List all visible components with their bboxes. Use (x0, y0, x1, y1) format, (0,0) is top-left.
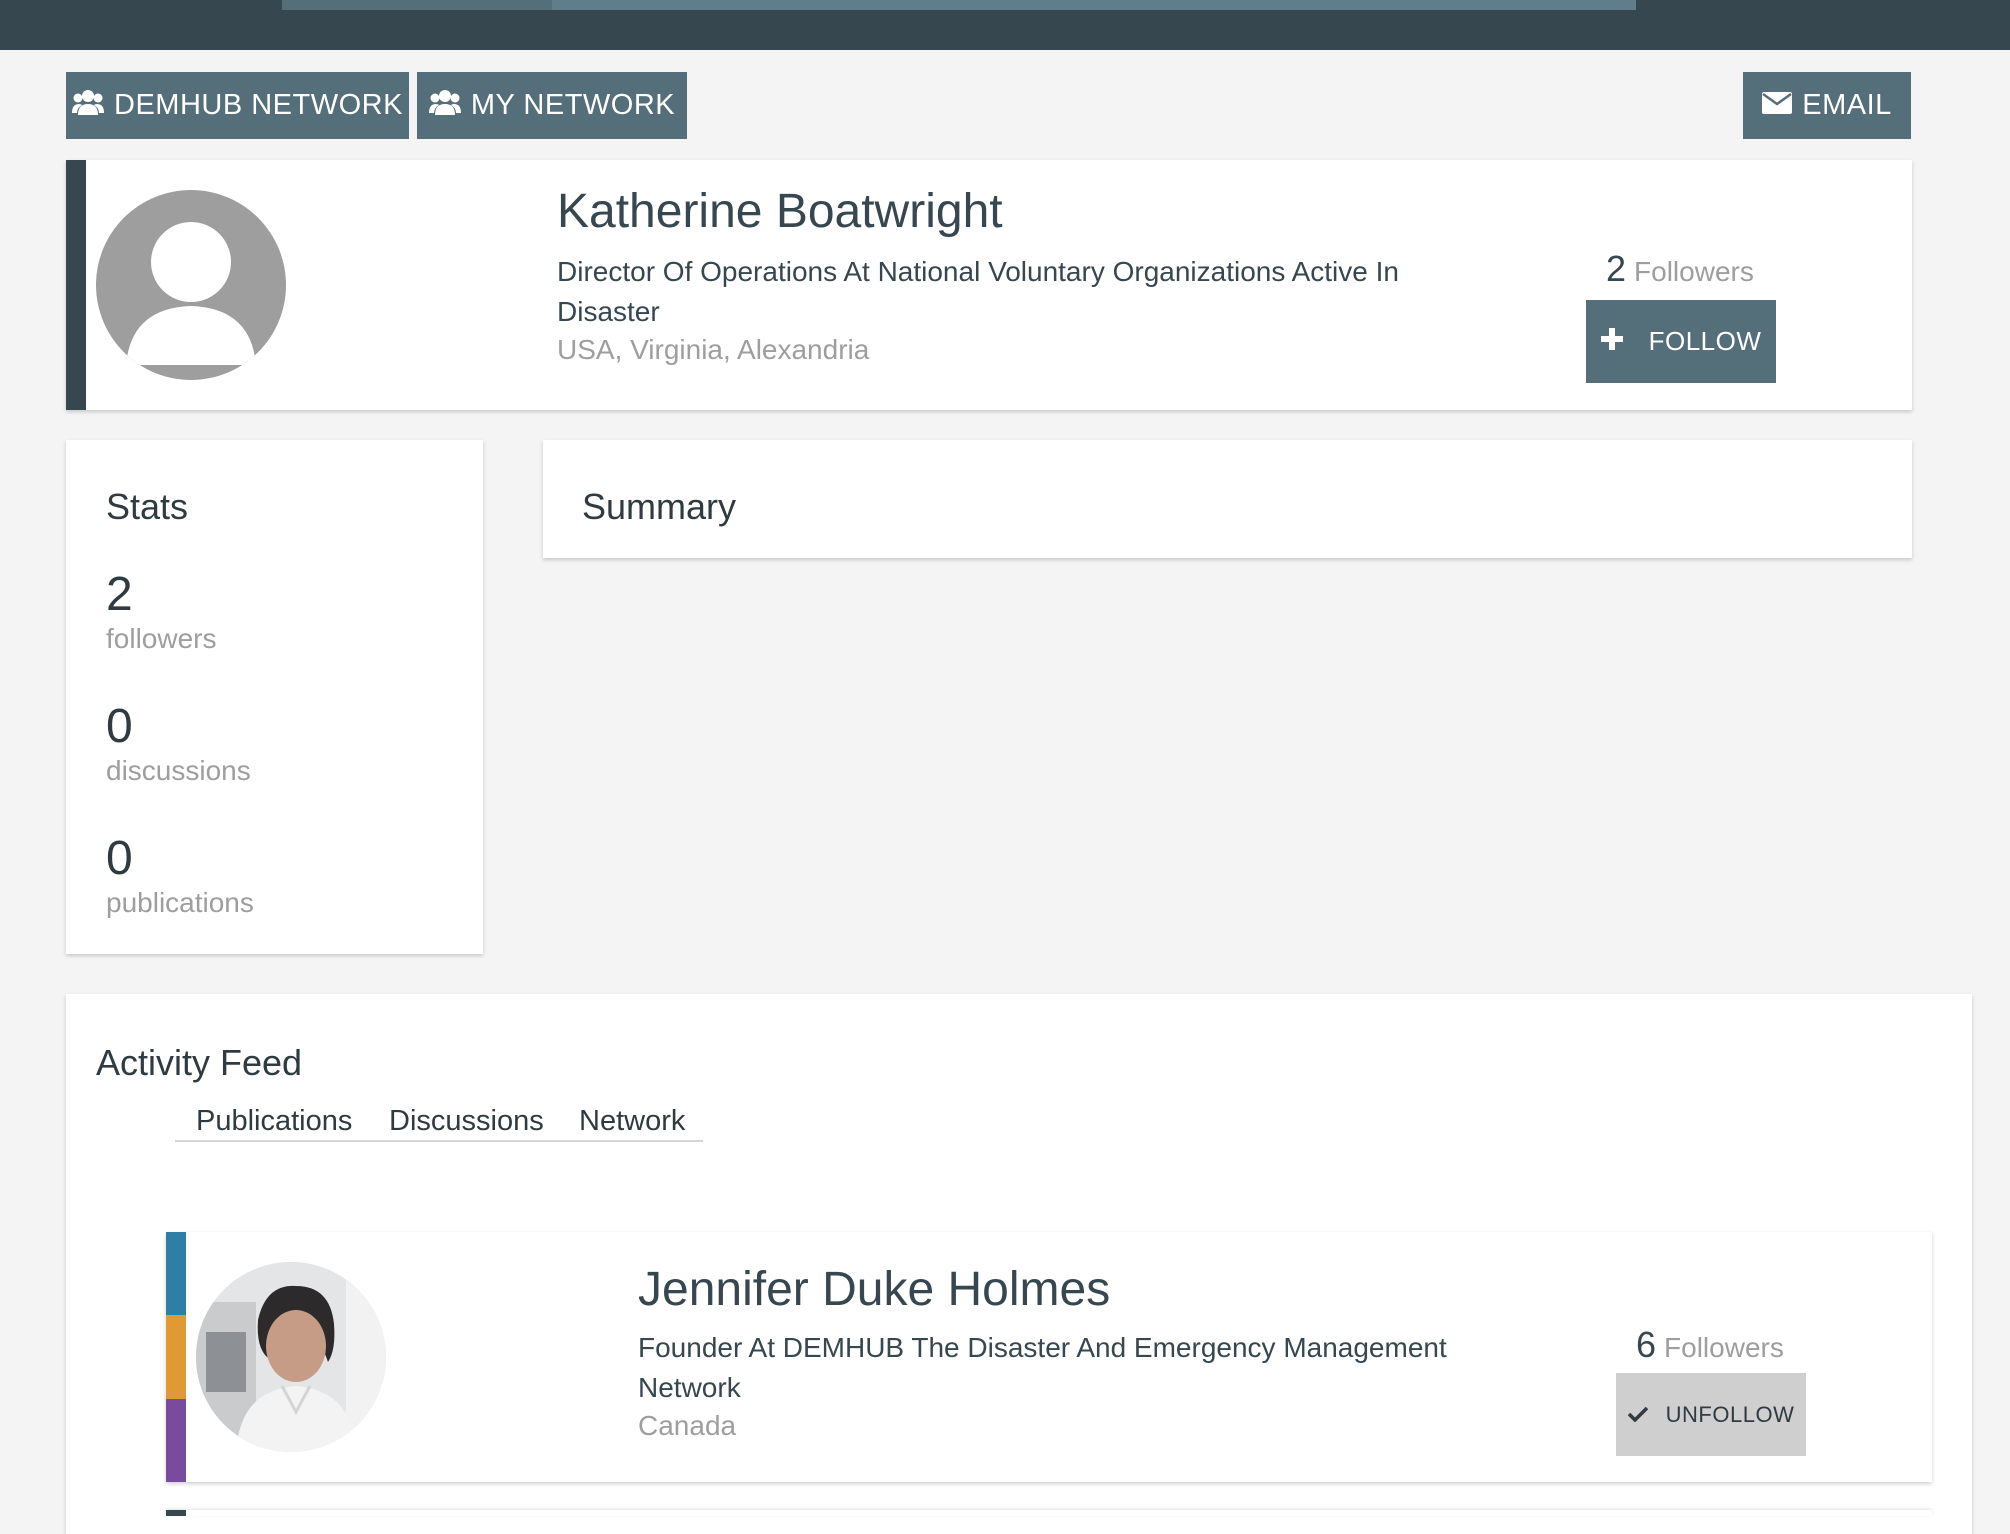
item-accent-blue (166, 1232, 186, 1315)
plus-icon (1600, 326, 1623, 357)
profile-name: Katherine Boatwright (557, 185, 1003, 238)
summary-card: Summary (543, 440, 1912, 558)
profile-followers-count: 2 (1606, 248, 1627, 289)
item-accent-purple (166, 1399, 186, 1482)
profile-followers: 2 Followers (1606, 248, 1754, 290)
stat-followers-label: followers (106, 623, 217, 654)
next-item-accent (166, 1510, 186, 1516)
top-bar-strip-active (552, 0, 1636, 10)
stats-heading: Stats (106, 486, 189, 527)
top-bar (0, 0, 2010, 50)
member-photo[interactable] (196, 1262, 386, 1452)
demhub-network-button[interactable]: DEMHUB NETWORK (66, 72, 409, 139)
profile-location: USA, Virginia, Alexandria (557, 334, 870, 365)
stat-discussions-label: discussions (106, 755, 251, 786)
profile-card: Katherine Boatwright Director Of Operati… (66, 160, 1912, 410)
tab-discussions[interactable]: Discussions (389, 1105, 544, 1138)
member-title: Founder At DEMHUB The Disaster And Emerg… (638, 1332, 1447, 1403)
next-network-item-card (166, 1510, 1932, 1516)
email-button[interactable]: EMAIL (1743, 72, 1911, 139)
network-item-card: Jennifer Duke Holmes Founder At DEMHUB T… (166, 1232, 1932, 1482)
stat-discussions-value: 0 (106, 700, 133, 753)
profile-title: Director Of Operations At National Volun… (557, 256, 1399, 327)
member-followers-label: Followers (1664, 1332, 1784, 1363)
tab-network[interactable]: Network (579, 1105, 685, 1138)
follow-button[interactable]: FOLLOW (1586, 300, 1776, 383)
member-location: Canada (638, 1410, 737, 1441)
stat-followers-value: 2 (106, 568, 133, 621)
stats-card: Stats 2 followers 0 discussions 0 public… (66, 440, 483, 954)
users-icon (428, 89, 461, 123)
stat-publications-value: 0 (106, 832, 133, 885)
tabs-underline (175, 1140, 703, 1142)
follow-label: FOLLOW (1648, 326, 1762, 356)
tab-publications[interactable]: Publications (196, 1105, 352, 1138)
unfollow-label: UNFOLLOW (1665, 1401, 1795, 1427)
email-label: EMAIL (1802, 89, 1892, 121)
member-followers-count: 6 (1636, 1324, 1657, 1365)
envelope-icon (1762, 89, 1793, 122)
profile-card-accent (66, 160, 86, 410)
users-icon (72, 89, 105, 123)
member-name[interactable]: Jennifer Duke Holmes (638, 1262, 1110, 1317)
my-network-button[interactable]: MY NETWORK (417, 72, 687, 139)
avatar (96, 190, 286, 380)
member-followers: 6 Followers (1636, 1324, 1784, 1366)
activity-feed-heading: Activity Feed (96, 1042, 303, 1083)
top-bar-strip (282, 0, 1636, 10)
check-icon (1627, 1402, 1648, 1428)
stat-publications-label: publications (106, 887, 254, 918)
demhub-network-label: DEMHUB NETWORK (114, 89, 403, 121)
unfollow-button[interactable]: UNFOLLOW (1616, 1373, 1806, 1456)
my-network-label: MY NETWORK (470, 89, 676, 121)
profile-followers-label: Followers (1634, 256, 1754, 287)
summary-heading: Summary (582, 486, 737, 527)
item-accent-orange (166, 1315, 186, 1399)
